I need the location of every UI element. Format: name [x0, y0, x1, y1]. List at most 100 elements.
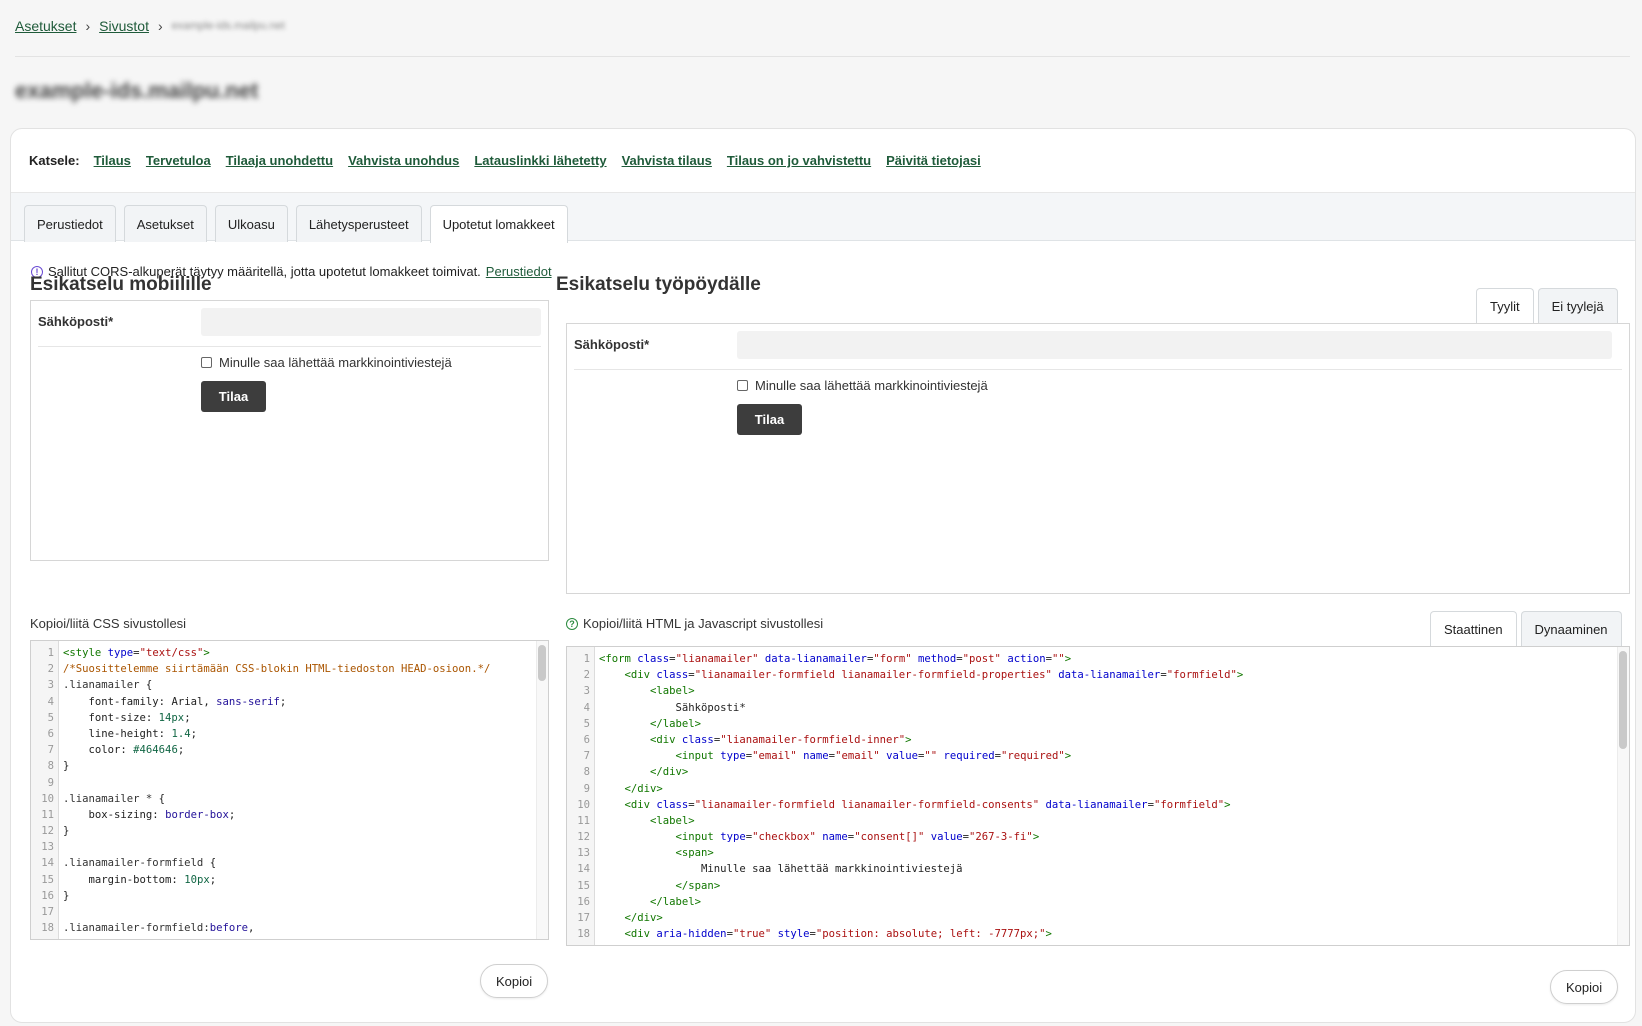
code-token: .lianamailer-formfield: [63, 938, 210, 939]
scrollbar[interactable] [536, 641, 548, 939]
view-links-bar: Katsele: Tilaus Tervetuloa Tilaaja unohd… [11, 129, 1635, 193]
subscribe-button[interactable]: Tilaa [201, 381, 266, 412]
view-link-vahvista-unohdus[interactable]: Vahvista unohdus [348, 153, 459, 168]
view-link-vahvista-tilaus[interactable]: Vahvista tilaus [622, 153, 712, 168]
line-number: 18 [41, 922, 54, 935]
line-number: 9 [583, 782, 590, 795]
code-token: > [1224, 798, 1231, 811]
view-link-tervetuloa[interactable]: Tervetuloa [146, 153, 211, 168]
code-token: line-height: [63, 727, 172, 740]
code-token: ; [279, 695, 287, 708]
scrollbar-thumb[interactable] [538, 645, 546, 681]
line-number: 8 [583, 766, 590, 779]
code-token: sans-serif [216, 695, 280, 708]
code-line: 11 <label> [567, 813, 1617, 829]
line-number: 5 [47, 711, 54, 724]
code-line: 12 <input type="checkbox" name="consent[… [567, 829, 1617, 845]
html-code-editor[interactable]: 1 <form class="lianamailer" data-lianamai… [566, 646, 1630, 946]
scrollbar[interactable] [1617, 647, 1629, 945]
subscribe-button[interactable]: Tilaa [737, 404, 802, 435]
view-link-tilaus-vahvistettu[interactable]: Tilaus on jo vahvistettu [727, 153, 871, 168]
email-input[interactable] [737, 331, 1612, 359]
mode-tab-bar: Staattinen Dynaaminen [1426, 611, 1622, 646]
code-line: 18 <div aria-hidden="true" style="positi… [567, 926, 1617, 942]
tab-dynaaminen[interactable]: Dynaaminen [1520, 611, 1622, 646]
consent-checkbox[interactable] [737, 380, 748, 391]
view-link-paivita-tietojasi[interactable]: Päivitä tietojasi [886, 153, 981, 168]
line-number: 13 [577, 847, 590, 860]
breadcrumb: Asetukset › Sivustot › example-ids.mailp… [15, 18, 285, 34]
tab-upotetut-lomakkeet[interactable]: Upotetut lomakkeet [429, 205, 568, 243]
tab-perustiedot[interactable]: Perustiedot [24, 205, 116, 242]
html-panel-label: Kopioi/liitä HTML ja Javascript sivustol… [583, 616, 824, 631]
consent-checkbox[interactable] [201, 357, 212, 368]
code-token: value [886, 750, 918, 763]
line-number: 14 [577, 863, 590, 876]
code-token: > [203, 647, 210, 659]
copy-html-button[interactable]: Kopioi [1550, 970, 1619, 1004]
consent-row: Minulle saa lähettää markkinointiviestej… [201, 355, 452, 370]
view-link-latauslinkki[interactable]: Latauslinkki lähetetty [474, 153, 606, 168]
mobile-preview-title: Esikatselu mobiilille [30, 274, 212, 295]
code-token: "true" [732, 928, 772, 941]
line-number: 16 [577, 895, 590, 908]
code-token: <div [624, 798, 657, 811]
code-token: > [905, 733, 912, 746]
code-line: 17 [31, 904, 536, 920]
tab-ei-tyyleja[interactable]: Ei tyylejä [1537, 288, 1618, 323]
help-icon[interactable]: ? [566, 617, 578, 630]
tab-tyylit[interactable]: Tyylit [1476, 288, 1534, 323]
code-line: 5 </label> [567, 716, 1617, 732]
code-token: Arial, [171, 695, 217, 708]
copy-css-button[interactable]: Kopioi [480, 964, 549, 998]
code-line: 7 color: #464646; [31, 742, 536, 758]
code-token: aria-hidden [656, 928, 727, 941]
view-link-tilaus[interactable]: Tilaus [94, 153, 131, 168]
code-token: "lianamailer" [675, 653, 759, 665]
code-lines: 1 <style type="text/css"> 2/*Suosittelemme… [31, 645, 536, 939]
code-token: <input [675, 831, 721, 844]
code-token: box-sizing: [63, 808, 166, 821]
tab-ulkoasu[interactable]: Ulkoasu [214, 205, 288, 242]
view-label: Katsele: [29, 153, 80, 168]
code-token: "lianamailer-formfield-inner" [720, 733, 906, 746]
code-token: "post" [962, 653, 1001, 665]
code-token: ; [177, 744, 185, 757]
tab-asetukset[interactable]: Asetukset [123, 205, 207, 242]
line-number: 8 [47, 760, 54, 773]
code-token: #464646 [133, 744, 178, 757]
page-title: example-ids.mailpu.net [15, 78, 259, 103]
code-token: > [1045, 928, 1052, 941]
code-token: name [771, 944, 797, 945]
code-token: .lianamailer-formfield [63, 857, 210, 870]
css-code-editor[interactable]: 1 <style type="text/css"> 2/*Suosittelemme… [30, 640, 549, 940]
code-token: tabindex [867, 944, 918, 945]
code-token: Sähköposti* [599, 701, 746, 714]
view-link-tilaaja-unohdettu[interactable]: Tilaaja unohdettu [226, 153, 333, 168]
breadcrumb-link-sites[interactable]: Sivustot [99, 18, 149, 34]
code-line: 5 font-size: 14px; [31, 710, 536, 726]
code-token: data-lianamailer [1045, 798, 1148, 811]
code-line: 18 .lianamailer-formfield:before, [31, 920, 536, 936]
code-line: 10 <div class="lianamailer-formfield lia… [567, 797, 1617, 813]
breadcrumb-link-settings[interactable]: Asetukset [15, 18, 76, 34]
code-token: "formfield" [1166, 669, 1237, 682]
scrollbar-thumb[interactable] [1619, 651, 1627, 749]
chevron-right-icon: › [157, 18, 163, 34]
code-token: "required" [1000, 750, 1065, 763]
cors-info-link[interactable]: Perustiedot [486, 264, 552, 279]
code-token: name [803, 750, 829, 763]
email-input[interactable] [201, 308, 541, 336]
consent-row: Minulle saa lähettää markkinointiviestej… [737, 378, 988, 393]
tab-lahetysperusteet[interactable]: Lähetysperusteet [295, 205, 422, 242]
code-token: } [63, 760, 70, 773]
code-token: > [1032, 831, 1040, 844]
consent-label: Minulle saa lähettää markkinointiviestej… [755, 378, 988, 393]
code-token: </label> [650, 717, 702, 730]
tab-staattinen[interactable]: Staattinen [1430, 611, 1517, 646]
